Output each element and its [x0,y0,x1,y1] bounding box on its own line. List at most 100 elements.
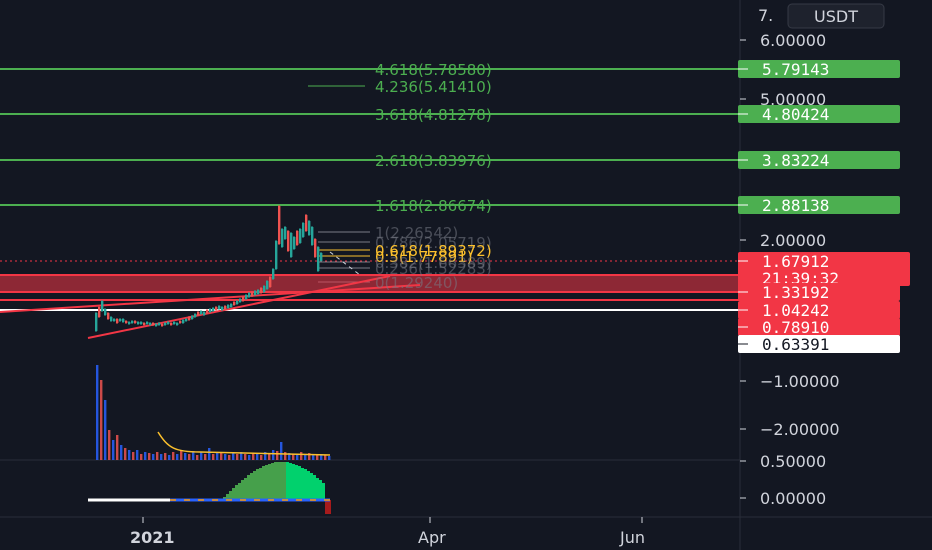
candle-body [254,291,257,295]
candle-body [272,269,275,279]
volume-bar [184,453,187,460]
volume-bar [112,440,115,460]
candle-body [200,311,203,314]
candle-body [194,314,197,317]
volume-bar [132,452,135,460]
candle-body [296,231,299,245]
candle-body [251,292,254,296]
volume-bar [260,455,263,460]
macd-bar [247,475,250,500]
candle-body [290,233,293,257]
fib-label-4.236: 4.236(5.41410) [375,78,492,96]
volume-bar [172,452,175,460]
candle-body [164,323,167,325]
macd-bar [262,466,265,500]
candle-body [248,293,251,297]
candle-body [305,215,308,231]
candle-body [143,323,146,325]
macd-bar [325,500,328,514]
candle-body [185,319,188,321]
macd-bar [274,462,277,500]
volume-bar [128,450,131,460]
volume-bars [96,365,331,460]
price-axis-tick-label: 6.00000 [760,31,826,50]
volume-bar [180,450,183,460]
currency-label: USDT [814,7,858,26]
macd-bar [295,465,298,500]
volume-bar [232,453,235,460]
volume-bar [156,452,159,460]
fib-label-1.618: 1.618(2.86674) [375,197,492,215]
candle-body [308,221,311,235]
price-badges: 5.791434.804243.832242.881381.6791221:39… [738,60,910,354]
projection-line [329,251,361,276]
volume-bar [296,455,299,460]
candle-body [209,309,212,312]
candle-body [137,322,140,324]
candle-body [128,322,131,324]
candle-body [158,323,161,325]
volume-bar [236,454,239,460]
macd-bar [301,468,304,500]
candle-body [245,295,248,299]
candle-body [119,319,122,321]
candle-body [191,316,194,319]
volume-bar [248,455,251,460]
candle-body [149,323,152,325]
macd-bar [280,462,283,500]
candle-body [176,323,179,325]
candle-body [152,323,155,325]
candle-body [239,299,242,302]
macd-bar [304,469,307,500]
volume-bar [148,453,151,460]
macd-bar [307,471,310,500]
candle-body [110,317,113,321]
volume-bar [188,454,191,460]
volume-bar [256,454,259,460]
macd-bar [313,475,316,500]
candle-body [224,306,227,309]
candle-body [275,241,278,269]
volume-bar [108,430,111,460]
time-tick-2021: 2021 [130,528,175,547]
macd-bar [244,478,247,500]
macd-bar [292,464,295,500]
candle-body [242,297,245,301]
candle-body [146,322,149,324]
volume-bar [272,450,275,460]
macd-bar [250,473,253,500]
volume-bar [124,448,127,460]
candle-body [263,286,266,292]
macd-bar [265,465,268,500]
fib-label-0: 0(1.29240) [375,274,458,292]
price-axis-top-tick: 7. [758,6,773,25]
candle-body [221,307,224,310]
candle-body [95,313,98,331]
macd-bar [277,462,280,500]
fib-label-3.618: 3.618(4.81278) [375,106,492,124]
volume-bar [144,452,147,460]
candle-body [320,253,323,261]
price-badge-label: 5.79143 [762,60,829,79]
candle-body [212,308,215,311]
price-badge-label: 4.80424 [762,105,829,124]
price-chart[interactable]: 6.000005.000002.00000−1.00000−2.000000.5… [0,0,932,550]
macd-bar [289,463,292,500]
macd-bar [319,480,322,500]
macd-bar [235,485,238,500]
volume-bar [96,365,99,460]
macd-bar [268,464,271,500]
candle-body [236,301,239,304]
volume-bar [152,454,155,460]
volume-ma-line [157,431,331,456]
fib-extension-lines[interactable] [0,68,740,283]
candle-body [134,321,137,323]
support-zone[interactable] [0,251,740,339]
fib-label-2.618: 2.618(3.83976) [375,152,492,170]
candle-body [287,231,290,251]
volume-bar [136,450,139,460]
macd-bar [271,463,274,500]
support-zone-band [0,275,740,292]
time-tick-apr: Apr [418,528,446,547]
volume-bar [280,442,283,460]
